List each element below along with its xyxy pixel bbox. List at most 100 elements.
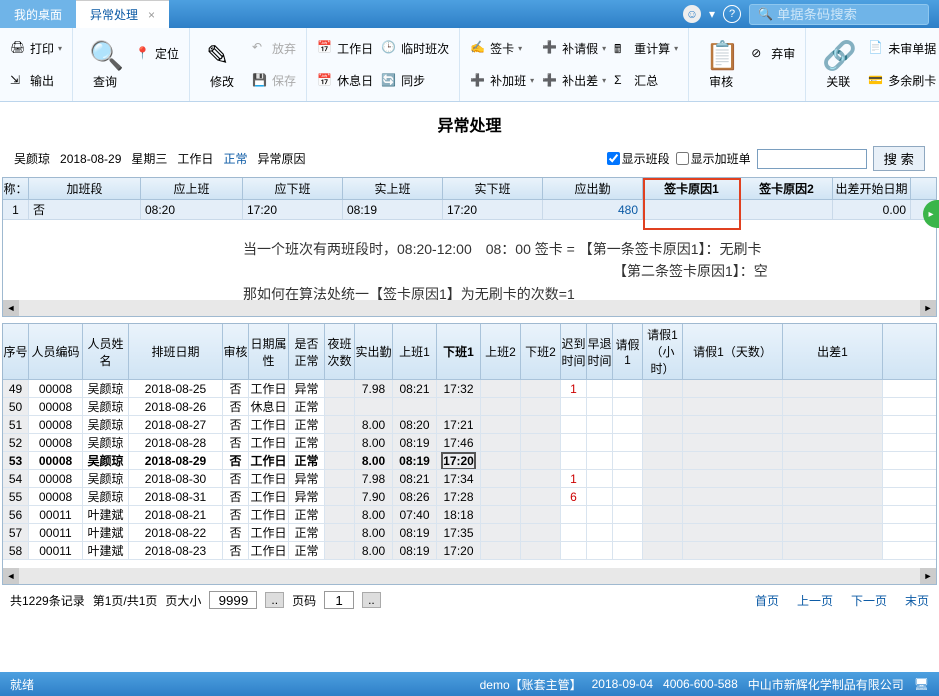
sync-icon: 🔄	[381, 73, 397, 89]
calendar-icon: 📅	[317, 40, 333, 56]
plus-icon: ➕	[542, 73, 558, 89]
col-seq[interactable]: 称：	[3, 178, 29, 199]
table-row[interactable]: 5300008吴颜琼2018-08-29否工作日正常8.0008:1917:20	[3, 452, 936, 470]
table-row[interactable]: 5100008吴颜琼2018-08-27否工作日正常8.0008:2017:21	[3, 416, 936, 434]
col-qj1[interactable]: 请假1	[613, 324, 643, 379]
col-sxb[interactable]: 实下班	[443, 178, 543, 199]
col-cd[interactable]: 迟到时间	[561, 324, 587, 379]
col-seq[interactable]: 序号	[3, 324, 29, 379]
col-cc[interactable]: 出差1	[783, 324, 883, 379]
pager-prev[interactable]: 上一页	[797, 592, 833, 609]
col-ry[interactable]: 人员编码	[29, 324, 83, 379]
col-ssb[interactable]: 实上班	[343, 178, 443, 199]
addtrip-button[interactable]: ➕补出差▾	[538, 70, 610, 91]
col-xb1[interactable]: 下班1	[437, 324, 481, 379]
h-scrollbar[interactable]: ◄►	[3, 300, 936, 316]
show-ot-checkbox[interactable]: 显示加班单	[676, 150, 751, 167]
pager-next[interactable]: 下一页	[851, 592, 887, 609]
col-yxb[interactable]: 应下班	[243, 178, 343, 199]
tempshift-button[interactable]: 🕒临时班次	[377, 38, 453, 59]
col-qk2[interactable]: 签卡原因2	[741, 178, 833, 199]
table-row[interactable]: 1 否 08:20 17:20 08:19 17:20 480 0.00	[3, 200, 936, 220]
col-xm[interactable]: 人员姓名	[83, 324, 129, 379]
col-ybcs[interactable]: 夜班次数	[325, 324, 355, 379]
link-button[interactable]: 🔗关联	[812, 32, 864, 97]
col-zt[interactable]: 早退时间	[587, 324, 613, 379]
noaudit-button[interactable]: 📄未审单据	[864, 38, 939, 59]
edit-button[interactable]: ✎修改	[196, 32, 248, 97]
smiley-icon[interactable]: ☺	[683, 5, 701, 23]
note-text: 当一个班次有两班段时，08:20-12:00 08：00 签卡 = 【第一条签卡…	[3, 238, 936, 305]
locate-button[interactable]: 📍定位	[131, 43, 183, 64]
status-tel: 4006-600-588	[663, 677, 738, 691]
query-button[interactable]: 🔍查询	[79, 32, 131, 97]
pager-home[interactable]: 首页	[755, 592, 779, 609]
pager-last[interactable]: 末页	[905, 592, 929, 609]
col-xb2[interactable]: 下班2	[521, 324, 561, 379]
col-zc[interactable]: 是否正常	[289, 324, 325, 379]
filter-weekday: 星期三	[131, 150, 167, 167]
total-records: 共1229条记录	[10, 592, 85, 609]
size-apply[interactable]: ..	[265, 592, 284, 608]
col-sx[interactable]: 日期属性	[249, 324, 289, 379]
filter-status: 正常	[223, 150, 247, 167]
tab-desktop[interactable]: 我的桌面	[0, 0, 76, 28]
print-button[interactable]: 🖨打印▾	[6, 38, 66, 59]
col-qjxs[interactable]: 请假1（小时）	[643, 324, 683, 379]
col-jbd[interactable]: 加班段	[29, 178, 141, 199]
size-label: 页大小	[165, 592, 201, 609]
table-row[interactable]: 5000008吴颜琼2018-08-26否休息日正常	[3, 398, 936, 416]
barcode-input[interactable]	[777, 7, 917, 22]
num-label: 页码	[292, 592, 316, 609]
page-info: 第1页/共1页	[93, 592, 158, 609]
num-apply[interactable]: ..	[362, 592, 381, 608]
export-icon: ⇲	[10, 73, 26, 89]
recalc-button[interactable]: 🖩重计算▾	[610, 38, 682, 59]
table-row[interactable]: 5700011叶建斌2018-08-22否工作日正常8.0008:1917:35	[3, 524, 936, 542]
page-size-input[interactable]	[209, 591, 257, 609]
page-num-input[interactable]	[324, 591, 354, 609]
help-icon[interactable]: ?	[723, 5, 741, 23]
dropdown-icon[interactable]: ▾	[709, 7, 715, 21]
addleave-button[interactable]: ➕补请假▾	[538, 38, 610, 59]
signcard-button[interactable]: ✍签卡▾	[466, 38, 538, 59]
extracard-button[interactable]: 💳多余刷卡	[864, 70, 939, 91]
filter-reason: 异常原因	[257, 150, 305, 167]
col-sb2[interactable]: 上班2	[481, 324, 521, 379]
close-icon[interactable]: ×	[148, 8, 155, 22]
doc-icon: 📄	[868, 40, 884, 56]
table-row[interactable]: 5400008吴颜琼2018-08-30否工作日异常7.9808:2117:34…	[3, 470, 936, 488]
workday-button[interactable]: 📅工作日	[313, 38, 377, 59]
restday-button[interactable]: 📅休息日	[313, 70, 377, 91]
abandon-button[interactable]: ⊘弃审	[747, 43, 799, 64]
col-ysb[interactable]: 应上班	[141, 178, 243, 199]
col-ycq[interactable]: 应出勤	[543, 178, 643, 199]
bottom-grid: 序号 人员编码 人员姓名 排班日期 审核 日期属性 是否正常 夜班次数 实出勤 …	[2, 323, 937, 585]
addot-button[interactable]: ➕补加班▾	[466, 70, 538, 91]
audit-button[interactable]: 📋审核	[695, 32, 747, 97]
export-button[interactable]: ⇲输出	[6, 70, 66, 91]
calendar-icon: 📅	[317, 73, 333, 89]
col-ccks[interactable]: 出差开始日期	[833, 178, 911, 199]
remote-icon[interactable]: 🖥	[914, 677, 929, 691]
table-row[interactable]: 5500008吴颜琼2018-08-31否工作日异常7.9008:2617:28…	[3, 488, 936, 506]
search-button[interactable]: 搜 索	[873, 146, 925, 171]
tab-exception[interactable]: 异常处理 ×	[76, 0, 169, 28]
barcode-search[interactable]: 🔍	[749, 4, 929, 25]
col-rq[interactable]: 排班日期	[129, 324, 223, 379]
show-shift-checkbox[interactable]: 显示班段	[607, 150, 670, 167]
table-row[interactable]: 5800011叶建斌2018-08-23否工作日正常8.0008:1917:20	[3, 542, 936, 560]
summary-button[interactable]: Σ汇总	[610, 70, 682, 91]
col-sb1[interactable]: 上班1	[393, 324, 437, 379]
release-icon: ↶	[252, 40, 268, 56]
col-sh[interactable]: 审核	[223, 324, 249, 379]
sync-button[interactable]: 🔄同步	[377, 70, 453, 91]
col-scq[interactable]: 实出勤	[355, 324, 393, 379]
search-input[interactable]	[757, 149, 867, 169]
table-row[interactable]: 5200008吴颜琼2018-08-28否工作日正常8.0008:1917:46	[3, 434, 936, 452]
table-row[interactable]: 4900008吴颜琼2018-08-25否工作日异常7.9808:2117:32…	[3, 380, 936, 398]
abandon-icon: ⊘	[751, 46, 767, 62]
col-qjts[interactable]: 请假1（天数）	[683, 324, 783, 379]
h-scrollbar[interactable]: ◄►	[3, 568, 936, 584]
table-row[interactable]: 5600011叶建斌2018-08-21否工作日正常8.0007:4018:18	[3, 506, 936, 524]
